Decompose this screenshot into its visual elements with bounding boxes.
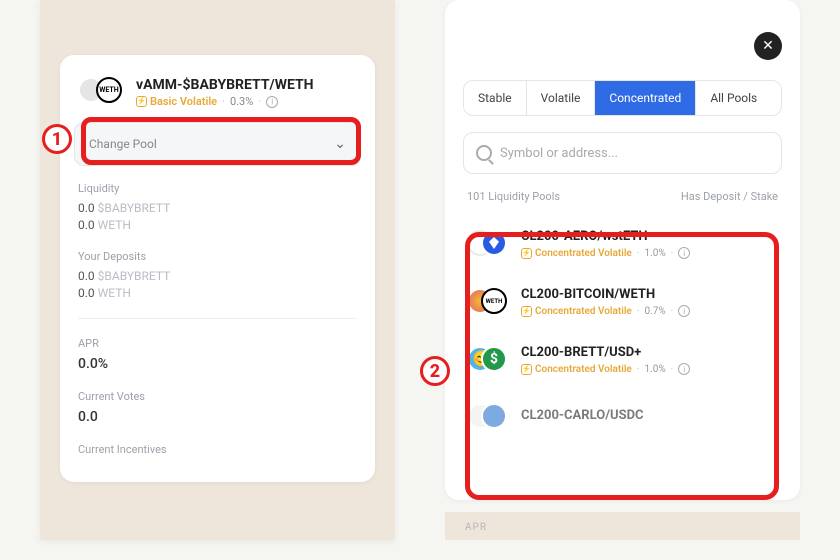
pool-detail-panel: WETH vAMM-$BABYBRETT/WETH ⚡ Basic Volati… (40, 0, 395, 540)
token-icon: $ (481, 346, 507, 372)
bolt-icon: ⚡ (521, 306, 532, 317)
change-pool-label: Change Pool (89, 137, 157, 151)
pool-meta: ⚡ Basic Volatile · 0.3% · i (136, 95, 314, 108)
info-icon[interactable]: i (678, 305, 690, 317)
pool-item-type: Concentrated Volatile (535, 364, 632, 375)
pool-item-name: CL200-AERO/wstETH (521, 229, 690, 244)
change-pool-dropdown[interactable]: Change Pool ⌄ (74, 122, 361, 166)
bolt-icon: ⚡ (521, 248, 532, 259)
liquidity-row: 0.0 $BABYBRETT (78, 201, 357, 215)
deposits-heading: Your Deposits (78, 250, 357, 263)
pool-card: WETH vAMM-$BABYBRETT/WETH ⚡ Basic Volati… (60, 55, 375, 482)
tab-volatile[interactable]: Volatile (527, 81, 596, 115)
list-meta-row: 101 Liquidity Pools Has Deposit / Stake (463, 190, 782, 203)
close-button[interactable]: ✕ (754, 32, 782, 60)
liquidity-heading: Liquidity (78, 182, 357, 195)
pool-picker-panel: ✕ Stable Volatile Concentrated All Pools… (445, 0, 800, 540)
incentives-heading: Current Incentives (78, 443, 357, 456)
background-shelf: APR (445, 512, 800, 540)
pool-item-fee: 0.7% (644, 306, 665, 317)
pool-name: vAMM-$BABYBRETT/WETH (136, 77, 314, 93)
search-placeholder: Symbol or address... (500, 146, 618, 161)
divider (78, 318, 357, 319)
token-b-icon: WETH (96, 77, 122, 103)
apr-heading: APR (78, 337, 357, 350)
votes-heading: Current Votes (78, 390, 357, 403)
apr-value: 0.0% (78, 356, 357, 372)
pool-filter-tabs: Stable Volatile Concentrated All Pools (463, 80, 782, 116)
pool-header: WETH vAMM-$BABYBRETT/WETH ⚡ Basic Volati… (78, 77, 357, 108)
annotation-number-2: 2 (420, 356, 450, 386)
tab-all-pools[interactable]: All Pools (696, 81, 771, 115)
info-icon[interactable]: i (266, 96, 278, 108)
pool-item-name: CL200-CARLO/USDC (521, 408, 644, 423)
token-pair-icons: WETH (78, 77, 126, 105)
pool-item-type: Concentrated Volatile (535, 248, 632, 259)
pool-fee: 0.3% (230, 95, 253, 108)
pool-type-label: Basic Volatile (150, 95, 217, 108)
deposit-row: 0.0 WETH (78, 286, 357, 300)
chevron-down-icon: ⌄ (334, 136, 346, 152)
pool-item-fee: 1.0% (644, 248, 665, 259)
pool-item[interactable]: CL200-CARLO/USDC (467, 403, 778, 431)
pool-item-name: CL200-BRETT/USD+ (521, 345, 690, 360)
token-icon: WETH (481, 288, 507, 314)
shelf-apr-label: APR (465, 522, 487, 533)
pool-item[interactable]: CL200-AERO/wstETH ⚡Concentrated Volatile… (467, 229, 778, 259)
tab-stable[interactable]: Stable (464, 81, 527, 115)
pool-item-name: CL200-BITCOIN/WETH (521, 287, 690, 302)
pool-item-fee: 1.0% (644, 364, 665, 375)
pool-item[interactable]: WETH CL200-BITCOIN/WETH ⚡Concentrated Vo… (467, 287, 778, 317)
pool-list: CL200-AERO/wstETH ⚡Concentrated Volatile… (463, 213, 782, 431)
token-icon (481, 403, 507, 429)
tab-concentrated[interactable]: Concentrated (595, 81, 696, 115)
token-icon (481, 230, 507, 256)
liquidity-row: 0.0 WETH (78, 218, 357, 232)
pool-count: 101 Liquidity Pools (467, 190, 560, 203)
votes-value: 0.0 (78, 409, 357, 425)
deposit-row: 0.0 $BABYBRETT (78, 269, 357, 283)
volatility-badge: ⚡ Basic Volatile (136, 95, 217, 108)
pool-picker-card: ✕ Stable Volatile Concentrated All Pools… (445, 0, 800, 500)
bolt-icon: ⚡ (521, 364, 532, 375)
search-icon (476, 145, 492, 161)
pool-item-type: Concentrated Volatile (535, 306, 632, 317)
info-icon[interactable]: i (678, 247, 690, 259)
search-input[interactable]: Symbol or address... (463, 132, 782, 174)
pool-item[interactable]: $ CL200-BRETT/USD+ ⚡Concentrated Volatil… (467, 345, 778, 375)
annotation-number-1: 1 (42, 124, 72, 154)
info-icon[interactable]: i (678, 363, 690, 375)
bolt-icon: ⚡ (136, 96, 147, 107)
has-deposit-toggle[interactable]: Has Deposit / Stake (681, 190, 778, 203)
